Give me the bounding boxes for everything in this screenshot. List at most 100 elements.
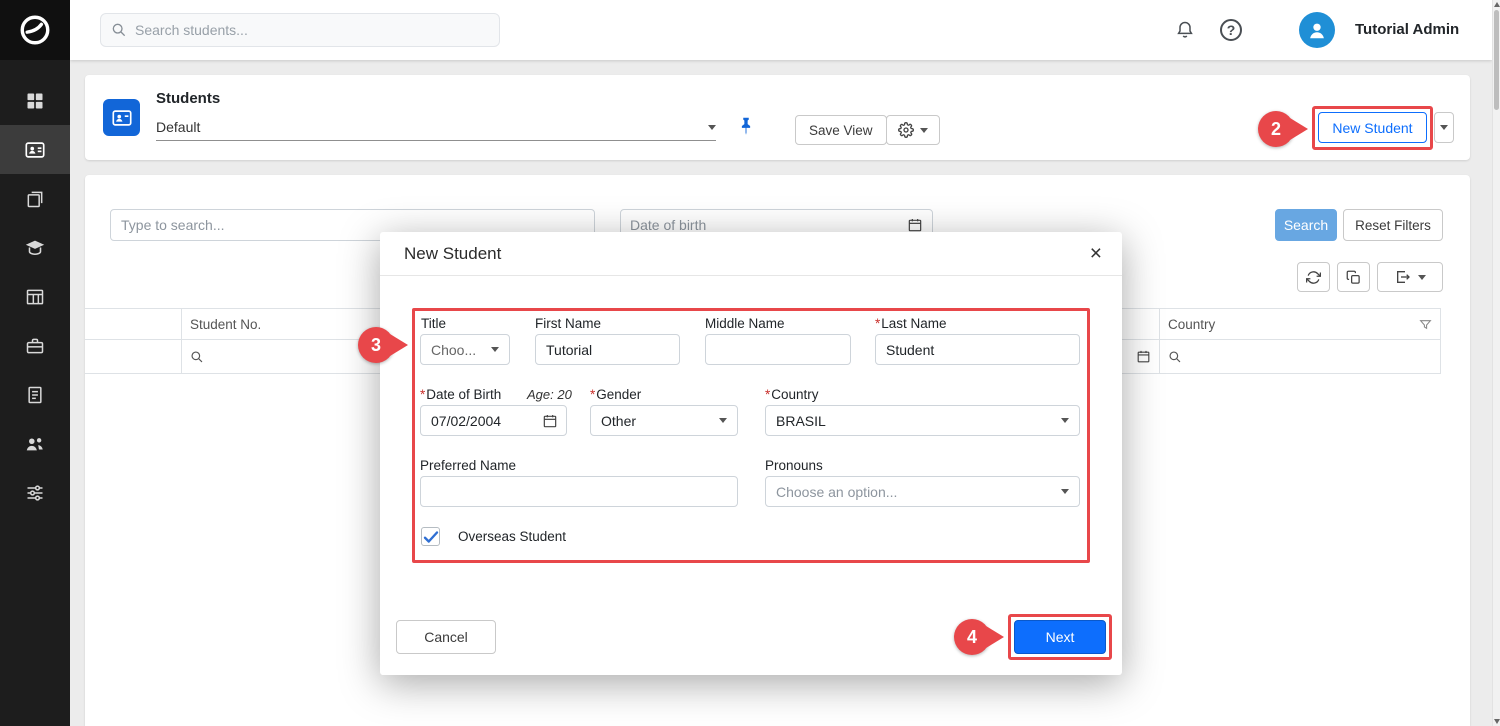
help-button[interactable]: ? — [1220, 19, 1242, 41]
refresh-button[interactable] — [1297, 262, 1330, 292]
dob-field[interactable] — [420, 405, 567, 436]
new-student-button[interactable]: New Student — [1318, 112, 1427, 143]
global-search[interactable] — [100, 13, 500, 47]
dob-filter-input[interactable] — [630, 217, 907, 233]
user-name: Tutorial Admin — [1355, 0, 1459, 60]
dob-label: *Date of Birth — [420, 387, 501, 402]
pin-icon[interactable] — [735, 115, 759, 141]
last-name-input[interactable] — [875, 334, 1080, 365]
country-label: *Country — [765, 387, 819, 402]
scroll-up-arrow[interactable] — [1494, 2, 1500, 7]
sidebar-item-courses[interactable] — [0, 223, 70, 272]
app-logo[interactable] — [0, 0, 70, 60]
copy-icon — [1346, 270, 1361, 285]
modal-header: New Student × — [380, 232, 1122, 276]
sidebar-item-people[interactable] — [0, 419, 70, 468]
sidebar-item-reports[interactable] — [0, 272, 70, 321]
topbar: ? Tutorial Admin — [70, 0, 1492, 60]
search-icon — [111, 22, 127, 38]
overseas-label: Overseas Student — [458, 529, 566, 544]
column-header-country[interactable]: Country — [1160, 309, 1441, 339]
last-name-label: *Last Name — [875, 316, 947, 331]
view-selector[interactable]: Default — [156, 114, 716, 141]
students-module-icon — [103, 99, 140, 136]
people-icon — [24, 433, 46, 455]
briefcase-icon — [25, 336, 45, 356]
scroll-down-arrow[interactable] — [1494, 719, 1500, 724]
gear-icon — [898, 122, 914, 138]
chevron-down-icon — [719, 418, 727, 423]
calendar-icon[interactable] — [907, 217, 923, 233]
graduation-cap-icon — [24, 237, 46, 259]
column-header-select — [85, 309, 182, 339]
chevron-down-icon — [920, 128, 928, 133]
sidebar-item-settings[interactable] — [0, 468, 70, 517]
calendar-icon[interactable] — [1136, 349, 1151, 364]
pronouns-select[interactable]: Choose an option... — [765, 476, 1080, 507]
chevron-down-icon — [1418, 275, 1426, 280]
page-scrollbar[interactable] — [1492, 0, 1500, 726]
question-icon: ? — [1227, 22, 1236, 38]
middle-name-input[interactable] — [705, 334, 851, 365]
chevron-down-icon — [708, 125, 716, 130]
preferred-name-label: Preferred Name — [420, 458, 516, 473]
chevron-down-icon — [1061, 489, 1069, 494]
view-settings-button[interactable] — [886, 115, 940, 145]
gender-select[interactable]: Other — [590, 405, 738, 436]
global-search-input[interactable] — [135, 22, 489, 38]
close-icon[interactable]: × — [1090, 243, 1102, 264]
title-label: Title — [421, 316, 446, 331]
person-icon — [1306, 19, 1328, 41]
sidebar-item-invoices[interactable] — [0, 370, 70, 419]
copy-button[interactable] — [1337, 262, 1370, 292]
sidebar-item-dashboard[interactable] — [0, 76, 70, 125]
save-view-button[interactable]: Save View — [795, 115, 887, 145]
age-label: Age: 20 — [527, 387, 572, 402]
gender-label: *Gender — [590, 387, 641, 402]
new-student-modal: New Student × Title Choo... First Name M… — [380, 232, 1122, 675]
next-button[interactable]: Next — [1014, 620, 1106, 654]
sidebar-item-students[interactable] — [0, 125, 70, 174]
chevron-down-icon — [1440, 125, 1448, 130]
view-selector-value: Default — [156, 119, 200, 135]
overseas-checkbox[interactable] — [421, 527, 440, 546]
notifications-button[interactable] — [1172, 17, 1198, 43]
calendar-icon[interactable] — [542, 413, 558, 429]
student-card-icon — [24, 139, 46, 161]
sliders-icon — [25, 483, 45, 503]
search-icon — [1168, 350, 1182, 364]
modal-title: New Student — [404, 244, 501, 264]
export-button[interactable] — [1377, 262, 1443, 292]
check-icon — [422, 528, 440, 546]
sidebar-item-work[interactable] — [0, 321, 70, 370]
reset-filters-button[interactable]: Reset Filters — [1343, 209, 1443, 241]
invoice-icon — [25, 385, 45, 405]
export-icon — [1395, 269, 1411, 285]
first-name-label: First Name — [535, 316, 601, 331]
scroll-thumb[interactable] — [1494, 10, 1499, 110]
pages-icon — [25, 189, 45, 209]
filter-funnel-icon[interactable] — [1419, 318, 1432, 331]
country-select[interactable]: BRASIL — [765, 405, 1080, 436]
title-select[interactable]: Choo... — [420, 334, 510, 365]
new-student-split-button[interactable] — [1434, 112, 1454, 143]
country-filter[interactable] — [1160, 340, 1441, 373]
page-header: Students Default Save View New Student — [85, 75, 1470, 160]
chevron-down-icon — [1061, 418, 1069, 423]
sidebar-item-pages[interactable] — [0, 174, 70, 223]
table-icon — [25, 287, 45, 307]
preferred-name-input[interactable] — [420, 476, 738, 507]
pronouns-label: Pronouns — [765, 458, 823, 473]
dashboard-icon — [25, 91, 45, 111]
first-name-input[interactable] — [535, 334, 680, 365]
sidebar — [0, 0, 70, 726]
refresh-icon — [1306, 270, 1321, 285]
logo-icon — [18, 13, 52, 47]
middle-name-label: Middle Name — [705, 316, 785, 331]
bell-icon — [1175, 20, 1195, 40]
cancel-button[interactable]: Cancel — [396, 620, 496, 654]
chevron-down-icon — [491, 347, 499, 352]
dob-input[interactable] — [431, 413, 542, 429]
user-avatar[interactable] — [1299, 12, 1335, 48]
search-button[interactable]: Search — [1275, 209, 1337, 241]
